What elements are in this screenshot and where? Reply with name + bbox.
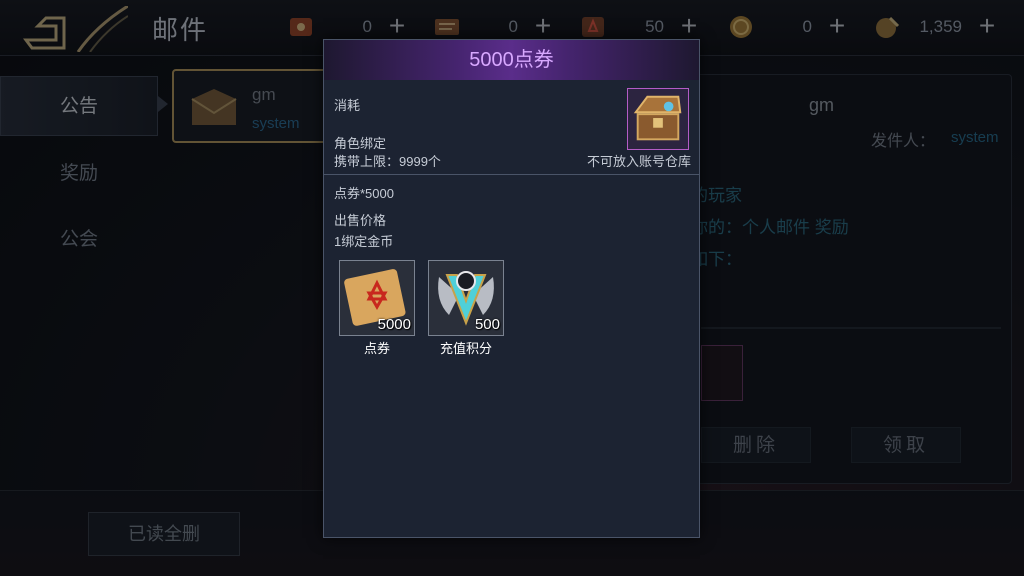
reward-name: 充值积分 — [439, 341, 492, 356]
item-type: 消耗 — [334, 98, 361, 113]
reward-name: 点券 — [363, 341, 390, 356]
reward-slot[interactable]: 5000 点券 — [339, 260, 415, 357]
sell-price-label: 出售价格 — [334, 213, 387, 228]
reward-slot-frame: 5000 — [339, 260, 415, 336]
item-tooltip-popup: 5000点券 消耗 角色绑定 携带上限：9999个 不可放入账号仓库 点券*50… — [323, 39, 700, 538]
storage-restriction: 不可放入账号仓库 — [586, 154, 691, 169]
divider — [324, 174, 699, 175]
popup-title: 5000点券 — [469, 49, 554, 71]
item-description: 点券*5000 — [334, 186, 394, 201]
reward-slot-frame: 500 — [428, 260, 504, 336]
treasure-chest-icon — [627, 88, 689, 150]
item-binding: 角色绑定 — [334, 136, 387, 151]
item-carry-limit: 携带上限：9999个 — [334, 154, 441, 169]
sell-price-value: 1绑定金币 — [334, 234, 394, 249]
reward-slot[interactable]: 500 充值积分 — [428, 260, 504, 357]
reward-count: 500 — [474, 316, 500, 333]
reward-count: 5000 — [377, 316, 411, 333]
popup-header: 5000点券 — [324, 40, 699, 80]
